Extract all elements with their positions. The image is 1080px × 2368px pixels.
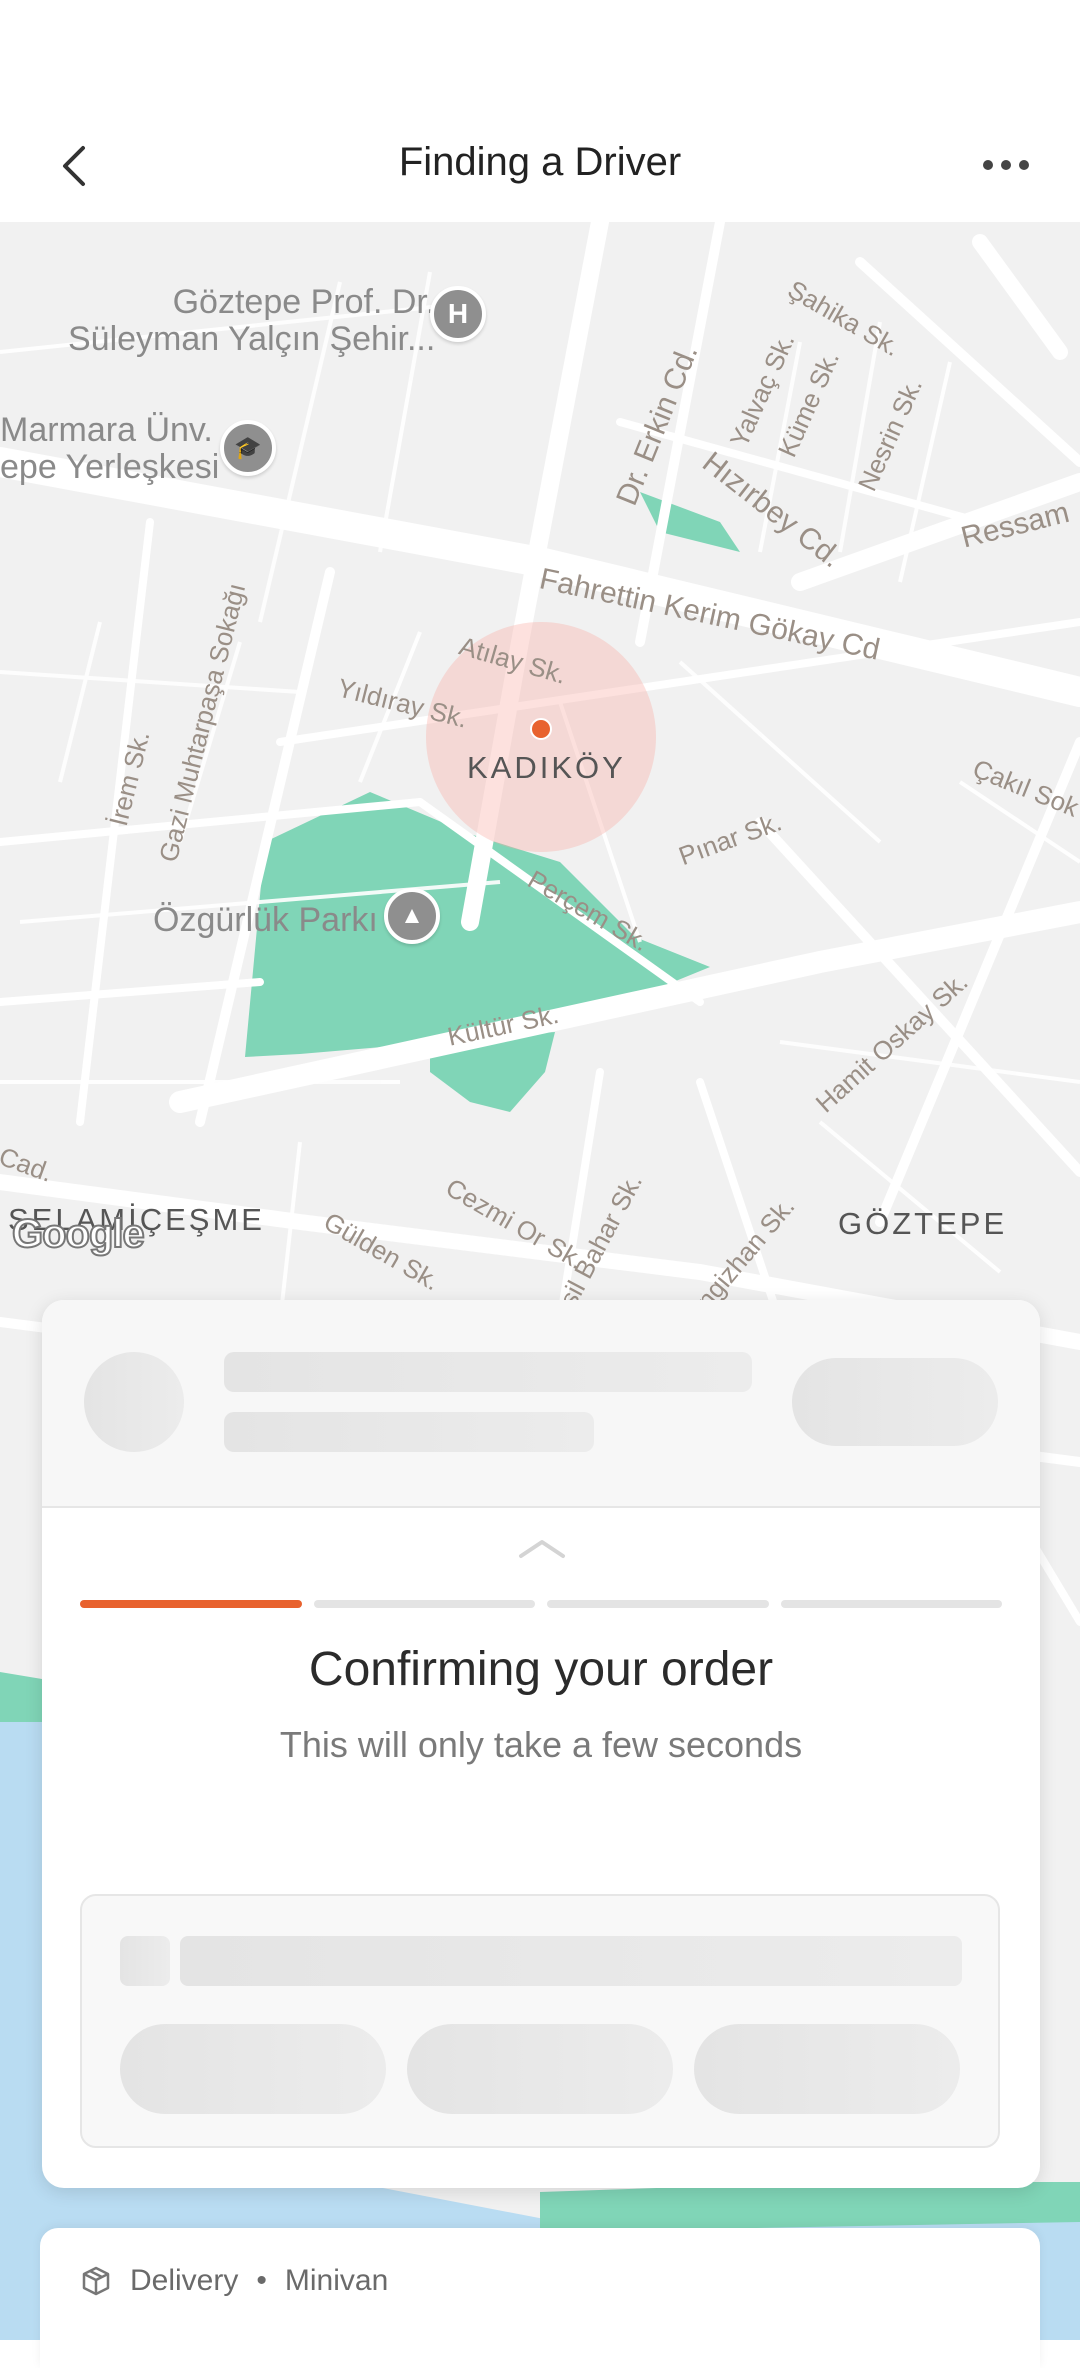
delivery-info-card[interactable]: Delivery • Minivan [40, 2228, 1040, 2368]
progress-step-2 [313, 1600, 535, 1608]
order-status-sheet[interactable]: Confirming your order This will only tak… [42, 1300, 1040, 2188]
chevron-up-icon[interactable] [517, 1536, 567, 1562]
map-label-hospital: Göztepe Prof. Dr. Süleyman Yalçın Şehir.… [68, 283, 436, 359]
separator-dot: • [256, 2264, 267, 2297]
chip-skeleton [120, 2024, 386, 2114]
google-attribution-logo: Google [11, 1211, 146, 1257]
school-icon[interactable]: 🎓 [220, 420, 276, 476]
button-skeleton [792, 1358, 998, 1446]
map-label-park: Özgürlük Parkı [153, 901, 378, 939]
text-skeleton [224, 1352, 752, 1392]
progress-step-4 [780, 1600, 1002, 1608]
avatar-skeleton [84, 1352, 184, 1452]
driver-placeholder [42, 1300, 1040, 1508]
hospital-icon[interactable]: H [430, 286, 486, 342]
service-type: Delivery [130, 2264, 239, 2297]
status-subtitle: This will only take a few seconds [279, 1724, 803, 1765]
icon-skeleton [120, 1936, 170, 1986]
text-skeleton [224, 1412, 594, 1452]
order-progress-bar [80, 1600, 1002, 1610]
district-kadikoy: KADIKÖY [467, 750, 626, 785]
more-options-button[interactable] [968, 145, 1044, 185]
top-app-bar: Finding a Driver [0, 0, 1080, 222]
district-goztepe: GÖZTEPE [838, 1206, 1008, 1241]
text-skeleton [180, 1936, 962, 1986]
map-label-university: Marmara Ünv. epe Yerleşkesi [0, 411, 220, 487]
status-title: Confirming your order [308, 1643, 774, 1696]
vehicle-type: Minivan [284, 2264, 389, 2297]
package-icon [82, 2266, 110, 2296]
page-title: Finding a Driver [398, 140, 682, 184]
pickup-location-marker [530, 718, 552, 740]
chip-skeleton [407, 2024, 673, 2114]
progress-step-1 [80, 1600, 302, 1608]
tree-icon[interactable]: ▲ [384, 888, 440, 944]
order-details-placeholder [80, 1894, 1000, 2148]
chip-skeleton [694, 2024, 960, 2114]
progress-step-3 [547, 1600, 769, 1608]
more-horizontal-icon [983, 160, 993, 170]
